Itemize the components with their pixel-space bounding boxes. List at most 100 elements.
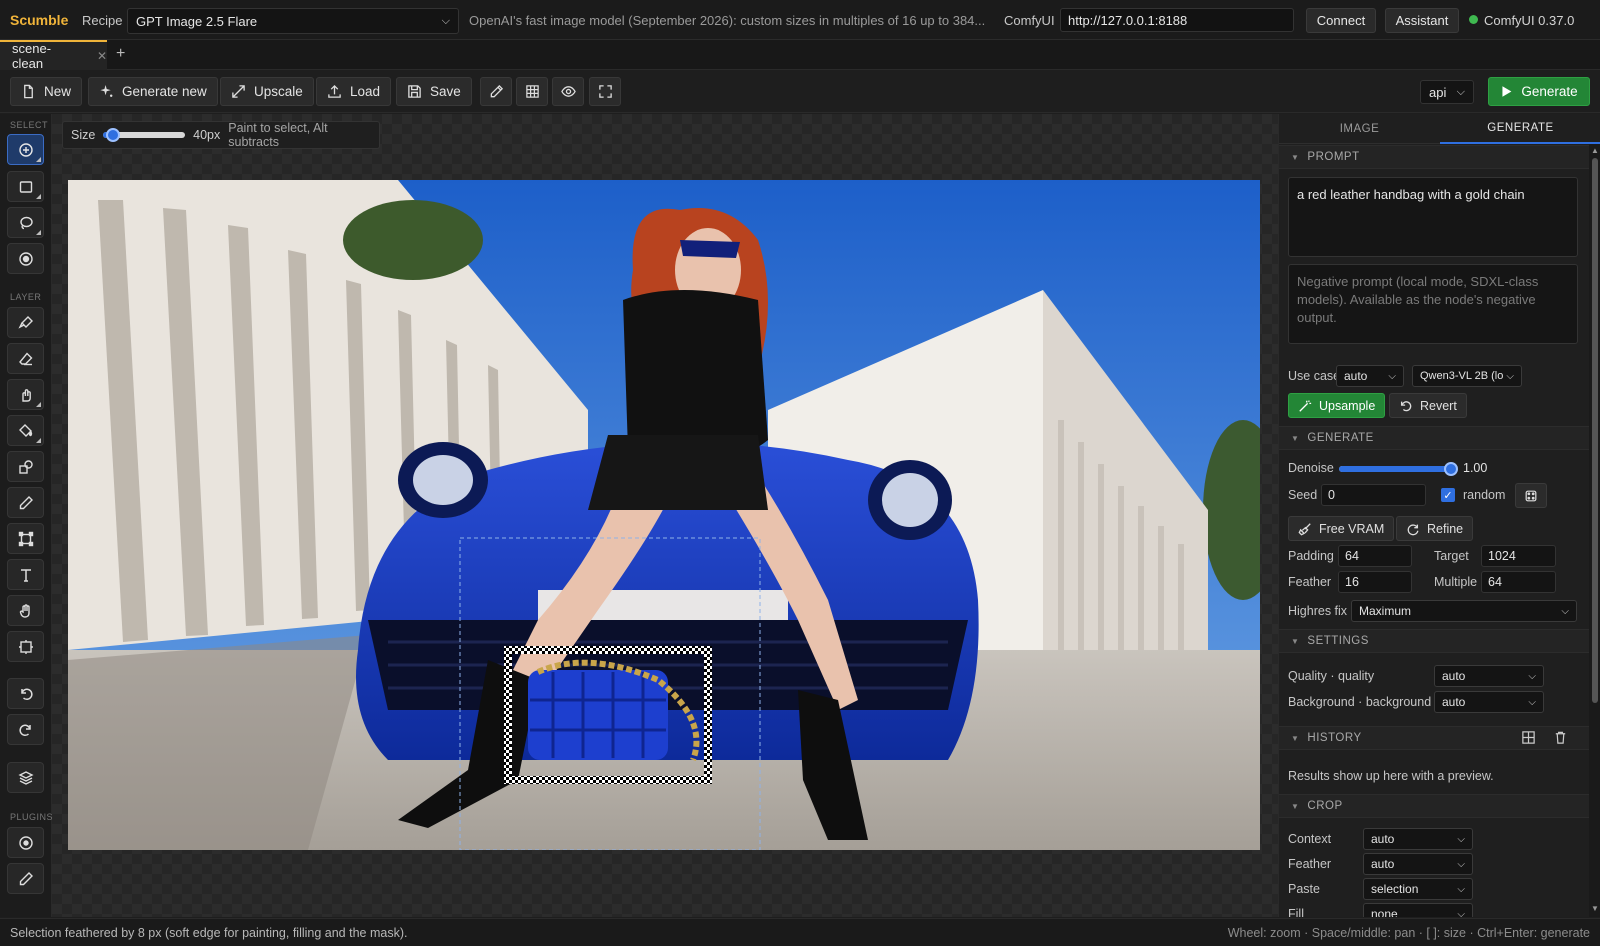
grid-toggle-button[interactable] [516, 77, 548, 106]
fill-tool[interactable] [7, 415, 44, 446]
eye-icon [560, 86, 576, 97]
preview-toggle-button[interactable] [552, 77, 584, 106]
generate-button[interactable]: Generate [1488, 77, 1590, 106]
refine-button[interactable]: Refine [1396, 516, 1474, 541]
prompt-section-header[interactable]: ▼ PROMPT [1279, 145, 1589, 169]
feather-input[interactable]: 16 [1338, 571, 1412, 593]
status-message: Selection feathered by 8 px (soft edge f… [10, 926, 408, 940]
target-plus-icon [18, 142, 33, 157]
denoise-slider-knob[interactable] [1444, 462, 1458, 476]
file-icon [24, 84, 33, 99]
scene-image[interactable] [68, 180, 1260, 850]
collapse-caret-icon: ▼ [1291, 733, 1300, 743]
transform-tool[interactable] [7, 631, 44, 662]
brush-select-tool[interactable] [7, 134, 44, 165]
brush-tool[interactable] [7, 307, 44, 338]
negative-prompt-input[interactable]: Negative prompt (local mode, SDXL-class … [1288, 264, 1578, 344]
pencil-icon [490, 84, 503, 98]
assistant-button[interactable]: Assistant [1385, 8, 1459, 33]
pencil-tool[interactable] [7, 487, 44, 518]
history-clear-button[interactable] [1553, 730, 1569, 746]
size-slider-knob[interactable] [106, 128, 121, 142]
revert-button[interactable]: Revert [1389, 393, 1467, 418]
denoise-label: Denoise [1288, 461, 1334, 475]
seed-input[interactable]: 0 [1321, 484, 1426, 506]
fill-select[interactable]: none ⌵ [1363, 903, 1473, 917]
target-label: Target [1434, 549, 1469, 563]
smudge-tool[interactable] [7, 379, 44, 410]
scene-illustration [68, 180, 1260, 850]
prompt-input[interactable]: a red leather handbag with a gold chain [1288, 177, 1578, 257]
add-tab-button[interactable]: + [116, 45, 125, 63]
close-icon[interactable]: ✕ [97, 49, 107, 63]
scroll-down-icon[interactable]: ▼ [1591, 904, 1599, 913]
shape-tool[interactable] [7, 451, 44, 482]
fill-value: none [1371, 907, 1398, 917]
mode-select-value: api [1429, 84, 1447, 100]
comfy-url-input[interactable]: http://127.0.0.1:8188 [1060, 8, 1294, 32]
connect-button[interactable]: Connect [1306, 8, 1376, 33]
target-input[interactable]: 1024 [1481, 545, 1556, 567]
plugin-pencil-tool[interactable] [7, 863, 44, 894]
redo-button[interactable] [7, 714, 44, 745]
rect-select-tool[interactable] [7, 171, 44, 202]
panel-scrollbar[interactable]: ▲ ▼ [1589, 144, 1600, 917]
highres-select[interactable]: Maximum ⌵ [1351, 600, 1577, 622]
chevron-down-icon: ⌵ [1456, 85, 1465, 98]
new-button[interactable]: New [10, 77, 83, 106]
tab-image[interactable]: IMAGE [1279, 114, 1440, 144]
upscale-button[interactable]: Upscale [220, 77, 314, 106]
fullscreen-button[interactable] [589, 77, 621, 106]
tab-generate[interactable]: GENERATE [1440, 114, 1600, 144]
size-slider[interactable] [103, 128, 186, 142]
pan-tool[interactable] [7, 595, 44, 626]
layers-button[interactable] [7, 762, 44, 793]
brush-icon [17, 315, 33, 329]
chevron-down-icon: ⌵ [1457, 858, 1465, 870]
scroll-thumb[interactable] [1592, 158, 1598, 703]
load-button[interactable]: Load [316, 77, 392, 106]
crop-feather-select[interactable]: auto ⌵ [1363, 853, 1473, 875]
background-label: Background · background [1288, 695, 1432, 709]
subject-select-tool[interactable] [7, 243, 44, 274]
use-case-select[interactable]: auto ⌵ [1336, 365, 1404, 387]
quality-select[interactable]: auto ⌵ [1434, 665, 1544, 687]
padding-input[interactable]: 64 [1338, 545, 1412, 567]
recipe-select[interactable]: GPT Image 2.5 Flare ⌵ [127, 8, 459, 34]
history-grid-button[interactable] [1521, 730, 1537, 746]
plugin-target-tool[interactable] [7, 827, 44, 858]
denoise-slider[interactable] [1339, 462, 1458, 476]
crop-tool[interactable] [7, 523, 44, 554]
generate-section-header[interactable]: ▼ GENERATE [1279, 426, 1589, 450]
context-select[interactable]: auto ⌵ [1363, 828, 1473, 850]
save-button[interactable]: Save [396, 77, 472, 106]
background-select[interactable]: auto ⌵ [1434, 691, 1544, 713]
vl-model-select[interactable]: Qwen3-VL 2B (lo ⌵ [1412, 365, 1522, 387]
multiple-input[interactable]: 64 [1481, 571, 1556, 593]
scroll-up-icon[interactable]: ▲ [1591, 146, 1599, 155]
upload-icon [328, 84, 341, 98]
text-tool[interactable] [7, 559, 44, 590]
eraser-tool[interactable] [7, 343, 44, 374]
settings-section-header[interactable]: ▼ SETTINGS [1279, 629, 1589, 653]
tab-scene-clean[interactable]: scene-clean ✕ [0, 40, 107, 71]
shortcut-hints: Wheel: zoom · Space/middle: pan · [ ]: s… [1227, 926, 1590, 940]
lasso-select-tool[interactable] [7, 207, 44, 238]
tool-rail: SELECT LAYER PLUGINS [0, 114, 53, 917]
paste-select[interactable]: selection ⌵ [1363, 878, 1473, 900]
panel-tabs: IMAGE GENERATE [1279, 114, 1600, 144]
upsample-button[interactable]: Upsample [1288, 393, 1386, 418]
use-case-label: Use case [1288, 369, 1341, 383]
dice-seed-button[interactable] [1515, 483, 1547, 508]
new-label: New [44, 84, 72, 99]
free-vram-button[interactable]: Free VRAM [1288, 516, 1395, 541]
pen-tool-button[interactable] [480, 77, 512, 106]
undo-button[interactable] [7, 678, 44, 709]
generate-new-button[interactable]: Generate new [88, 77, 218, 106]
chevron-down-icon: ⌵ [1528, 670, 1536, 682]
mode-select[interactable]: api ⌵ [1420, 80, 1474, 104]
seed-label: Seed [1288, 488, 1318, 502]
random-seed-checkbox[interactable]: ✓ [1441, 488, 1455, 502]
crop-section-header[interactable]: ▼ CROP [1279, 794, 1589, 818]
history-section-header[interactable]: ▼ HISTORY [1279, 726, 1589, 750]
